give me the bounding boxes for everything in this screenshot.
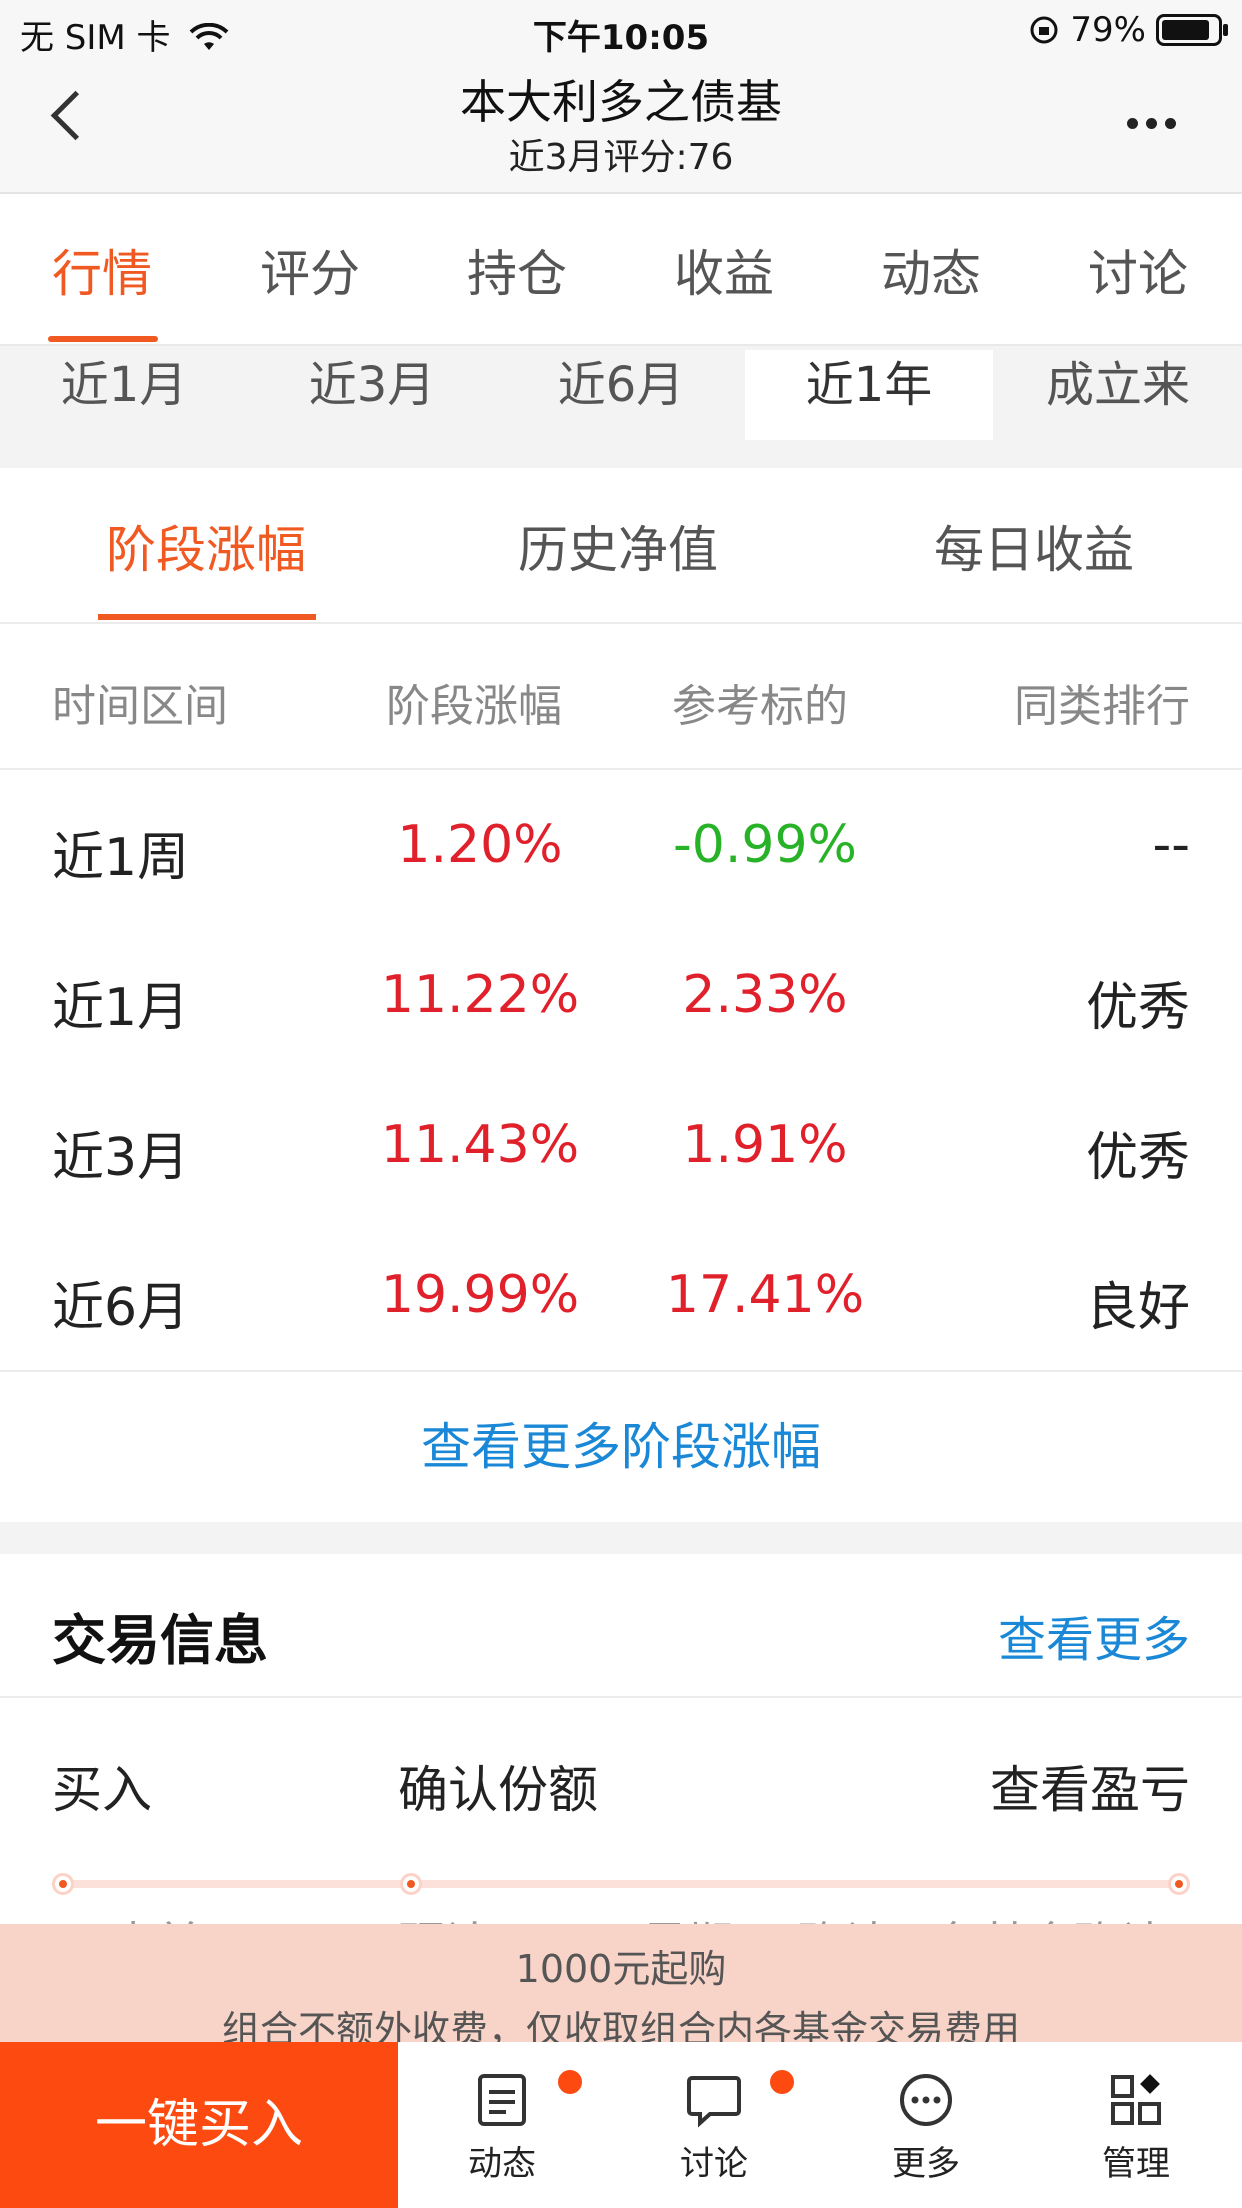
top-navigation: 无 SIM 卡 下午10:05 79% 本大利多之债基 近3月评分:76	[0, 0, 1242, 194]
one-click-buy-button[interactable]: 一键买入	[0, 2042, 398, 2208]
more-options-icon[interactable]	[1127, 118, 1176, 129]
column-header: 阶段涨幅	[386, 681, 562, 732]
row-period: 近1周	[52, 828, 190, 888]
notice-min-amount: 1000元起购	[515, 1947, 727, 1991]
bottom-item-discussion[interactable]: 讨论	[644, 2072, 784, 2185]
page-title: 本大利多之债基	[460, 75, 782, 129]
bottom-item-manage[interactable]: 管理	[1066, 2072, 1206, 2185]
tab-rating[interactable]: 评分	[260, 234, 360, 306]
tab-news[interactable]: 动态	[881, 234, 981, 306]
row-rank: 良好	[1085, 1278, 1190, 1338]
page-subtitle: 近3月评分:76	[508, 137, 734, 178]
active-subtab-indicator	[98, 614, 316, 620]
row-reference: 1.91%	[682, 1115, 848, 1175]
bottom-item-news[interactable]: 动态	[432, 2072, 572, 2185]
step-view-pnl: 查看盈亏	[990, 1761, 1190, 1819]
sub-tabs: 阶段涨幅 历史净值 每日收益	[0, 470, 1242, 624]
subtab-stage-gain[interactable]: 阶段涨幅	[106, 510, 306, 582]
step-dot	[400, 1873, 422, 1895]
row-rank: 优秀	[1085, 1128, 1190, 1188]
row-gain: 1.20%	[397, 815, 563, 875]
period-6m[interactable]: 近6月	[497, 350, 745, 440]
notification-badge	[558, 2070, 582, 2094]
step-confirm-shares: 确认份额	[398, 1761, 598, 1819]
main-tabs: 行情 评分 持仓 收益 动态 讨论	[0, 194, 1242, 346]
table-row: 近1周 1.20% -0.99% --	[0, 770, 1242, 920]
notification-badge	[770, 2070, 794, 2094]
battery-icon	[1156, 14, 1228, 46]
row-reference: -0.99%	[673, 815, 857, 875]
period-1m[interactable]: 近1月	[0, 350, 248, 440]
trade-steps: 买入 确认份额 查看盈亏 15点前 预计11-09(星期一)确认，各基金确认	[0, 1698, 1242, 1971]
subtab-daily-return[interactable]: 每日收益	[934, 510, 1134, 582]
step-dot	[52, 1873, 74, 1895]
tab-holdings[interactable]: 持仓	[467, 234, 567, 306]
row-period: 近3月	[52, 1128, 190, 1188]
chat-bubble-icon	[686, 2072, 742, 2128]
orientation-lock-icon	[1030, 16, 1058, 44]
column-header: 参考标的	[672, 681, 848, 732]
column-header: 同类排行	[1014, 681, 1190, 732]
row-reference: 2.33%	[682, 965, 848, 1025]
subtab-history-nav[interactable]: 历史净值	[518, 510, 718, 582]
row-rank: 优秀	[1085, 978, 1190, 1038]
row-period: 近6月	[52, 1278, 190, 1338]
period-since-inception[interactable]: 成立来	[994, 350, 1242, 440]
period-selector: 近1月 近3月 近6月 近1年 成立来	[0, 346, 1242, 468]
step-buy: 买入	[52, 1761, 152, 1819]
tab-market[interactable]: 行情	[52, 234, 152, 306]
bottom-item-more[interactable]: 更多	[856, 2072, 996, 2185]
row-period: 近1月	[52, 978, 190, 1038]
period-3m[interactable]: 近3月	[248, 350, 496, 440]
view-more-stage-gain-link[interactable]: 查看更多阶段涨幅	[0, 1372, 1242, 1522]
period-1y[interactable]: 近1年	[745, 350, 993, 440]
battery-status: 79%	[1028, 10, 1228, 50]
active-tab-indicator	[48, 336, 158, 342]
bottom-action-bar: 一键买入 动态 讨论 更多 管理	[0, 2042, 1242, 2208]
row-reference: 17.41%	[665, 1265, 865, 1325]
tab-discussion[interactable]: 讨论	[1088, 234, 1188, 306]
step-progress-track	[62, 1880, 1180, 1888]
row-rank: --	[1152, 815, 1190, 875]
grid-manage-icon	[1108, 2072, 1164, 2128]
more-circle-icon	[898, 2072, 954, 2128]
row-gain: 11.22%	[380, 965, 580, 1025]
trade-info-title: 交易信息	[52, 1609, 268, 1672]
row-gain: 19.99%	[380, 1265, 580, 1325]
trade-view-more-link[interactable]: 查看更多	[998, 1600, 1190, 1670]
section-gap	[0, 1522, 1242, 1554]
table-row: 近3月 11.43% 1.91% 优秀	[0, 1070, 1242, 1220]
row-gain: 11.43%	[380, 1115, 580, 1175]
purchase-notice-banner: 1000元起购 组合不额外收费，仅收取组合内各基金交易费用	[0, 1924, 1242, 2052]
column-header: 时间区间	[52, 681, 228, 732]
table-row: 近6月 19.99% 17.41% 良好	[0, 1220, 1242, 1370]
document-icon	[474, 2072, 530, 2128]
table-header: 时间区间 阶段涨幅 参考标的 同类排行	[0, 624, 1242, 770]
tab-returns[interactable]: 收益	[674, 234, 774, 306]
step-dot	[1168, 1873, 1190, 1895]
table-row: 近1月 11.22% 2.33% 优秀	[0, 920, 1242, 1070]
trade-info-header: 交易信息 查看更多	[0, 1554, 1242, 1698]
